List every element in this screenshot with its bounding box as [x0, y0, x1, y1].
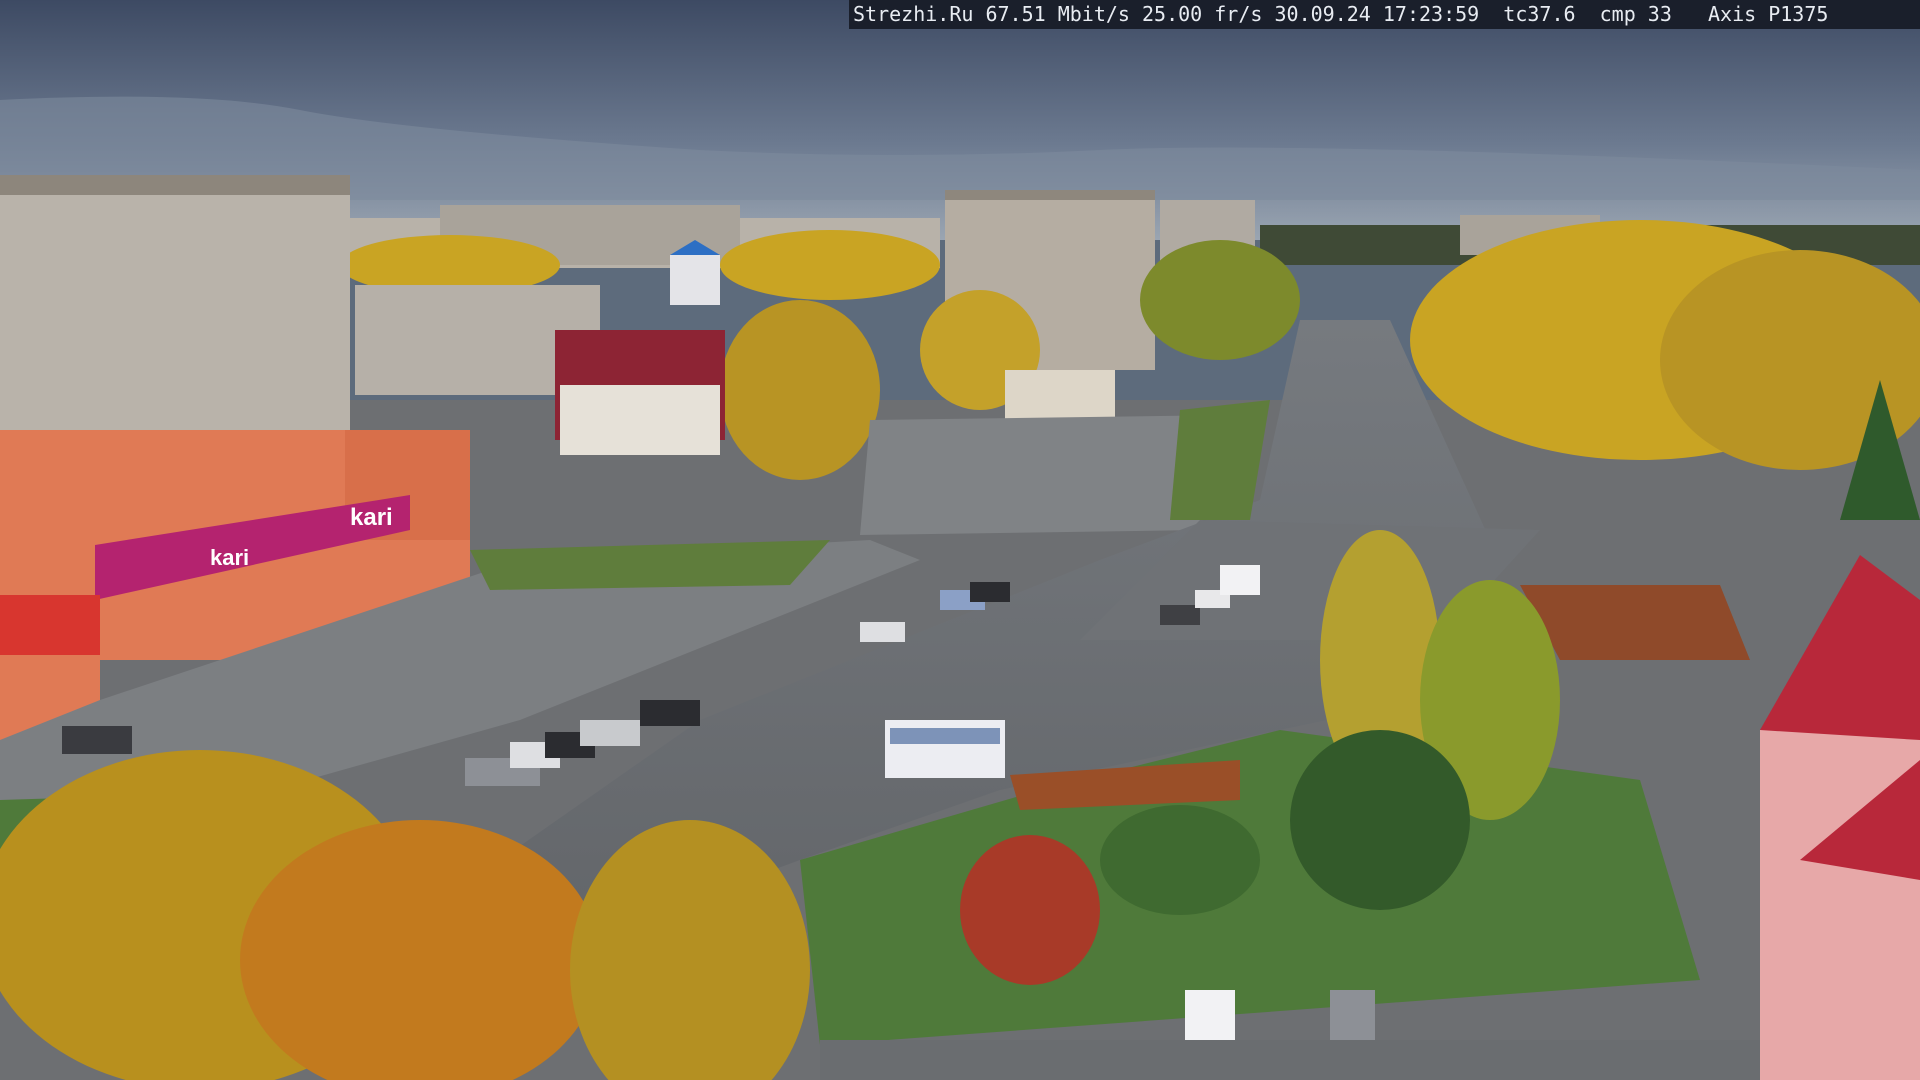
bottom-parking-strip: [820, 1040, 1760, 1080]
osd-bitrate: 67.51 Mbit/s: [985, 2, 1130, 26]
osd-date: 30.09.24: [1274, 2, 1371, 26]
osd-camera-model: Axis P1375: [1708, 2, 1829, 26]
city-bus: [885, 720, 1005, 778]
webcam-scene: kari kari: [0, 0, 1920, 1080]
store-banner-text: kari: [210, 545, 249, 570]
osd-cmp: cmp 33: [1599, 2, 1672, 26]
store-brand-sign: kari: [350, 504, 393, 531]
osd-framerate: 25.00 fr/s: [1142, 2, 1263, 26]
flowerbed-right: [1520, 585, 1750, 660]
camera-osd-bar: Strezhi.Ru 67.51 Mbit/s 25.00 fr/s 30.09…: [849, 0, 1920, 29]
osd-tc: tc37.6: [1503, 2, 1576, 26]
osd-site: Strezhi.Ru: [853, 2, 974, 26]
osd-time: 17:23:59: [1382, 2, 1480, 26]
